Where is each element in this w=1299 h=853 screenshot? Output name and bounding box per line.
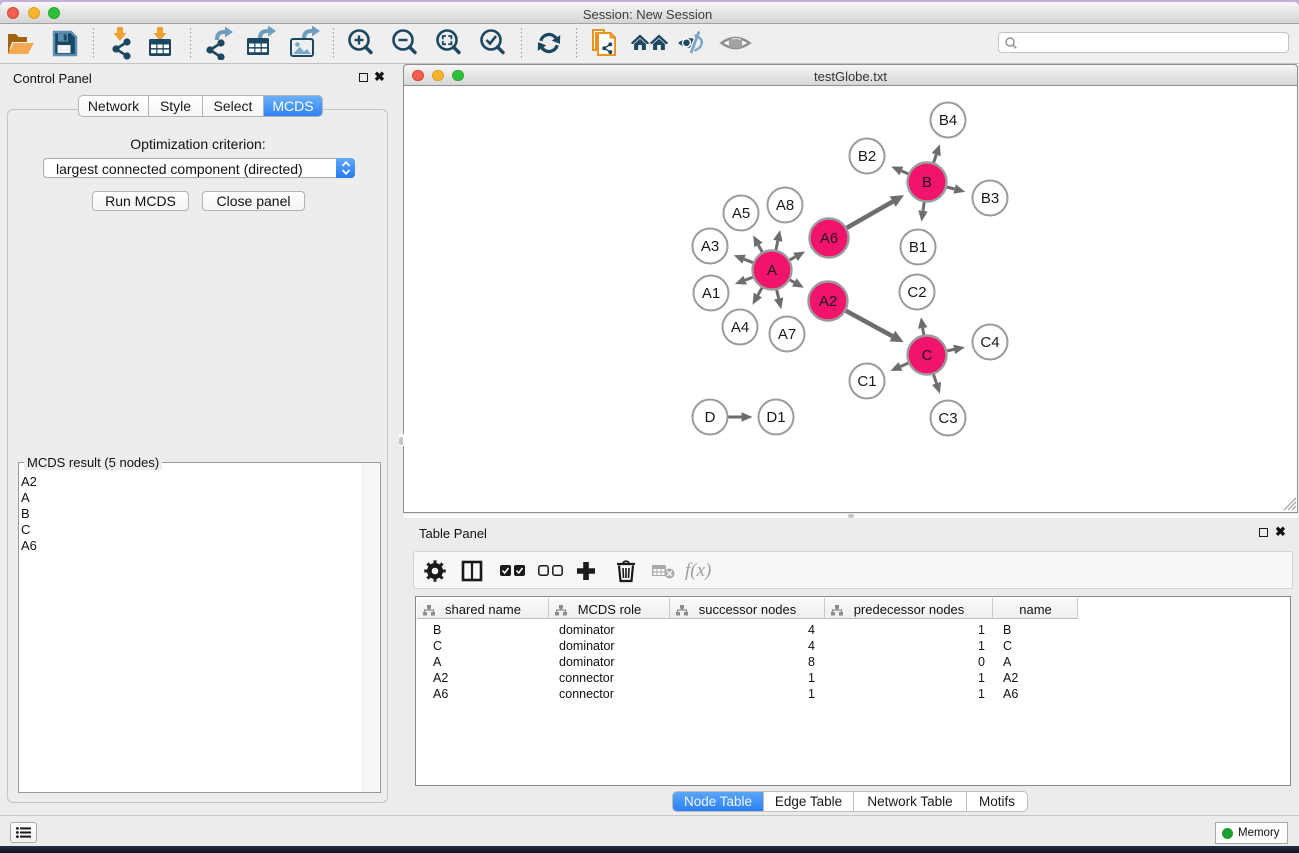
svg-text:C4: C4 [980, 334, 999, 351]
svg-text:A2: A2 [819, 293, 837, 310]
svg-text:B: B [922, 174, 932, 191]
svg-text:B2: B2 [858, 148, 876, 165]
svg-text:A7: A7 [778, 326, 796, 343]
svg-text:B1: B1 [909, 239, 927, 256]
svg-text:B3: B3 [981, 190, 999, 207]
svg-text:A1: A1 [702, 285, 720, 302]
svg-text:A4: A4 [731, 319, 749, 336]
svg-text:C1: C1 [857, 373, 876, 390]
svg-text:A5: A5 [732, 205, 750, 222]
svg-text:A8: A8 [776, 197, 794, 214]
svg-text:A6: A6 [820, 230, 838, 247]
svg-text:D1: D1 [766, 409, 785, 426]
svg-text:A: A [767, 262, 777, 279]
svg-text:C3: C3 [938, 410, 957, 427]
svg-text:C2: C2 [907, 284, 926, 301]
svg-text:C: C [922, 347, 933, 364]
svg-text:A3: A3 [701, 238, 719, 255]
svg-text:B4: B4 [939, 112, 957, 129]
svg-text:D: D [705, 409, 716, 426]
